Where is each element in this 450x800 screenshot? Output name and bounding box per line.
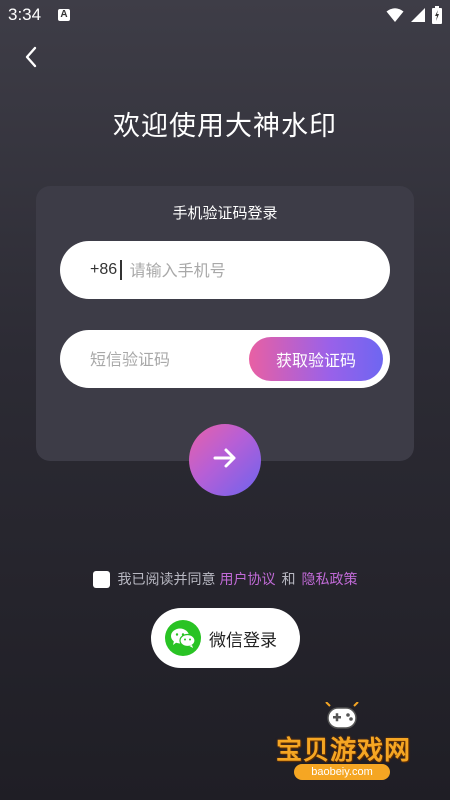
chevron-left-icon <box>24 46 38 72</box>
status-time: 3:34 <box>8 5 42 24</box>
phone-field[interactable]: +86 <box>60 241 390 299</box>
watermark-text: 宝贝游戏网 <box>276 736 412 766</box>
agreement-checkbox[interactable] <box>92 570 110 588</box>
status-icons <box>386 6 442 28</box>
back-button[interactable] <box>16 44 46 74</box>
a-icon: A <box>58 9 70 21</box>
wechat-icon <box>165 620 201 656</box>
sms-code-field[interactable]: 获取验证码 <box>60 330 390 388</box>
battery-icon <box>432 6 442 28</box>
signal-icon <box>410 7 426 27</box>
login-card-title: 手机验证码登录 <box>172 204 278 222</box>
agreement-connector: 和 <box>281 572 296 588</box>
status-bar: 3:34 A <box>0 0 450 32</box>
arrow-right-icon <box>212 447 238 473</box>
privacy-policy-link[interactable]: 隐私政策 <box>302 569 358 589</box>
wechat-login-label: 微信登录 <box>209 630 277 651</box>
get-code-button[interactable]: 获取验证码 <box>249 337 383 381</box>
user-agreement-link[interactable]: 用户协议 <box>220 569 276 589</box>
submit-login-button[interactable] <box>189 424 261 496</box>
watermark-url: baobeiy.com <box>294 764 390 780</box>
agreement-row: 我已阅读并同意 用户协议 和 隐私政策 <box>0 569 450 589</box>
text-caret <box>120 260 122 280</box>
country-code-prefix: +86 <box>90 261 118 278</box>
site-watermark: 宝贝游戏网 baobeiy.com <box>272 700 422 790</box>
agreement-text: 我已阅读并同意 <box>117 572 216 588</box>
login-card <box>36 186 414 461</box>
wechat-login-button[interactable]: 微信登录 <box>151 608 300 668</box>
phone-input[interactable] <box>129 260 350 280</box>
welcome-title: 欢迎使用大神水印 <box>113 111 337 142</box>
wifi-icon <box>386 7 404 27</box>
sms-code-input[interactable] <box>90 349 240 369</box>
